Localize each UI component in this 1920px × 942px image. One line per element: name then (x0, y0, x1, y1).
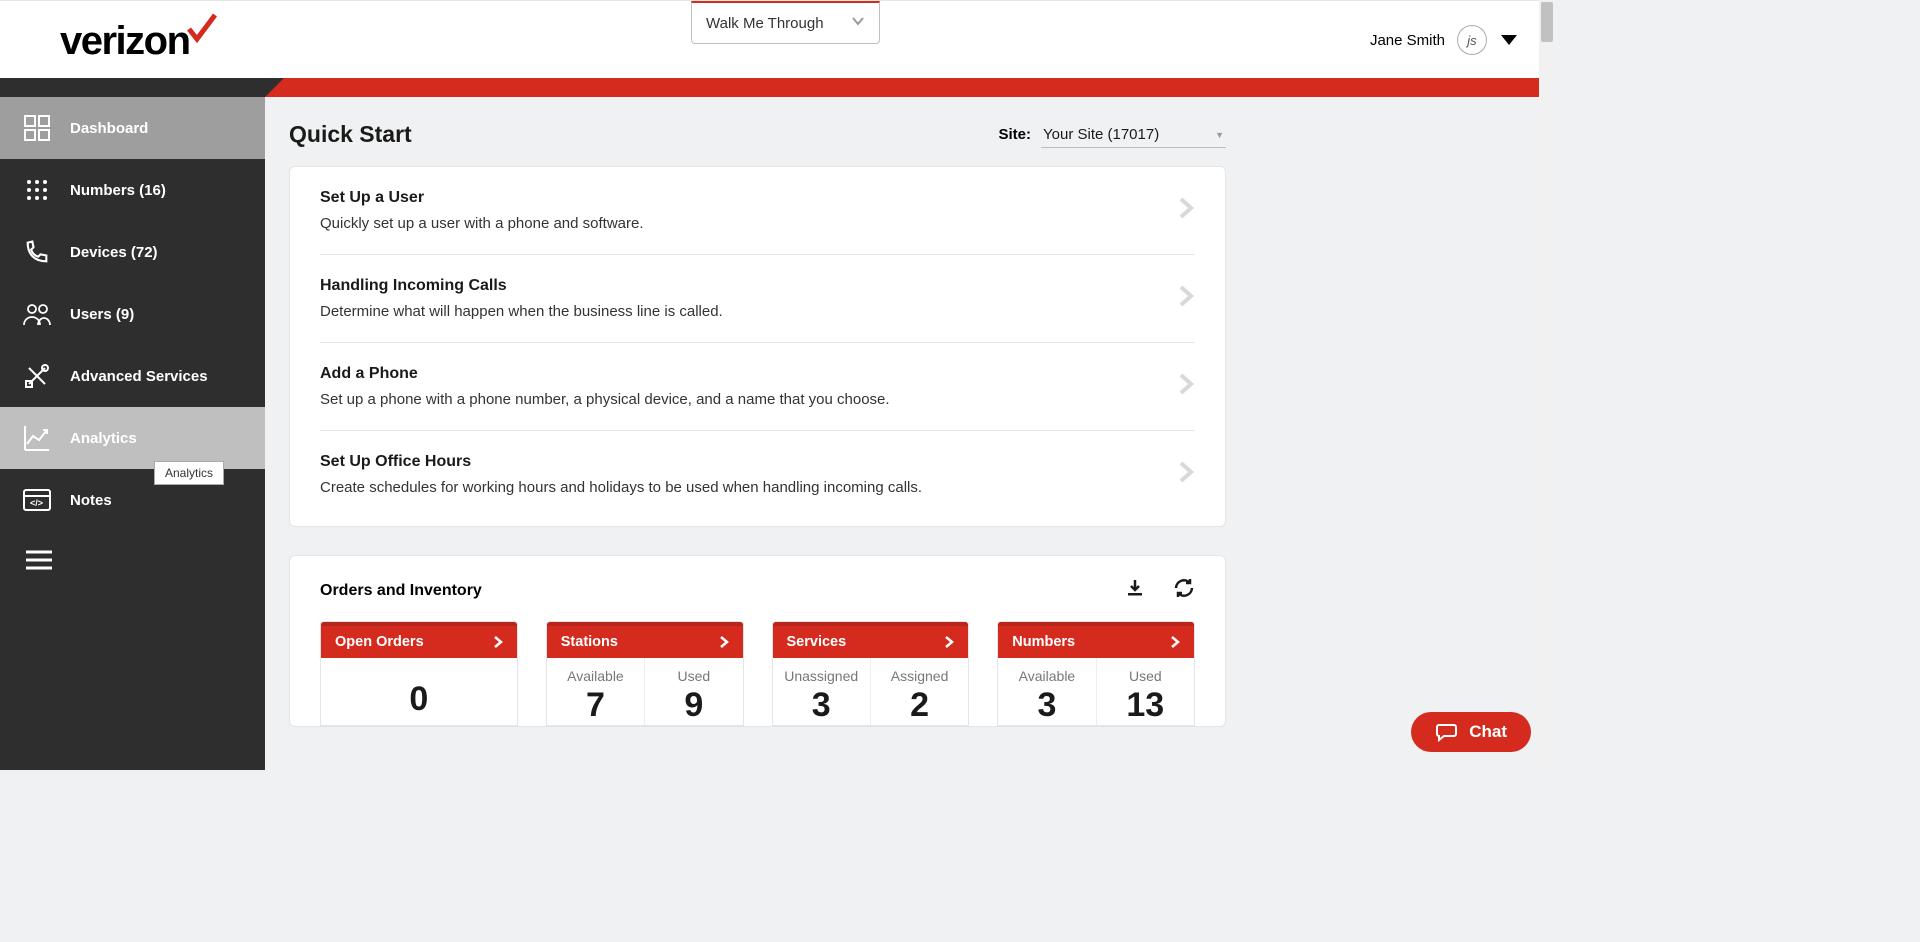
caret-down-icon: ▼ (1215, 130, 1224, 140)
sidebar-collapse-button[interactable] (0, 531, 265, 594)
tile-stations: Stations Available 7 Used 9 (546, 621, 744, 726)
tile-value: 9 (649, 686, 738, 725)
brand-red-bar (0, 78, 1555, 97)
users-icon (22, 301, 52, 327)
tile-sub: Assigned (875, 668, 964, 684)
tools-icon (22, 362, 52, 390)
check-icon (185, 13, 219, 47)
walk-me-through-dropdown[interactable]: Walk Me Through (691, 1, 880, 44)
download-icon[interactable] (1125, 578, 1145, 603)
inventory-tiles: Open Orders 0 Stations (320, 621, 1195, 726)
chevron-right-icon (1177, 195, 1195, 226)
site-label: Site: (998, 126, 1031, 143)
tile-header[interactable]: Stations (547, 622, 743, 658)
sidebar-item-label: Users (9) (70, 306, 134, 323)
sidebar-item-users[interactable]: Users (9) (0, 283, 265, 345)
chevron-down-icon (851, 14, 865, 32)
tile-sub: Used (649, 668, 738, 684)
sidebar-item-dashboard[interactable]: Dashboard (0, 97, 265, 159)
tile-value: 3 (1002, 686, 1091, 725)
code-block-icon: </> (22, 488, 52, 512)
sidebar-item-label: Numbers (16) (70, 182, 166, 199)
chat-button[interactable]: Chat (1411, 712, 1531, 752)
sidebar-item-label: Notes (70, 492, 112, 509)
tile-header[interactable]: Services (773, 622, 969, 658)
tile-header[interactable]: Open Orders (321, 622, 517, 658)
sidebar-item-advanced-services[interactable]: Advanced Services (0, 345, 265, 407)
sidebar-item-devices[interactable]: Devices (72) (0, 221, 265, 283)
tile-sub: Available (551, 668, 640, 684)
site-select-value: Your Site (17017) (1043, 126, 1159, 143)
chevron-right-icon (1170, 635, 1180, 649)
dialpad-icon (22, 177, 52, 203)
brand-logo: verizon (60, 19, 219, 64)
user-area: Jane Smith js (1370, 25, 1519, 55)
user-name: Jane Smith (1370, 32, 1445, 49)
user-menu-caret[interactable] (1499, 33, 1519, 47)
dashboard-icon (22, 114, 52, 142)
sidebar-item-label: Dashboard (70, 120, 148, 137)
qs-item-title: Set Up a User (320, 189, 1177, 207)
tooltip: Analytics (154, 461, 224, 485)
chevron-right-icon (1177, 459, 1195, 490)
tile-header[interactable]: Numbers (998, 622, 1194, 658)
tile-value: 7 (551, 686, 640, 725)
phone-icon (22, 238, 52, 266)
sidebar-item-label: Analytics (70, 430, 137, 447)
quick-start-item-add-phone[interactable]: Add a Phone Set up a phone with a phone … (320, 343, 1195, 431)
quick-start-item-incoming-calls[interactable]: Handling Incoming Calls Determine what w… (320, 255, 1195, 343)
sidebar-item-numbers[interactable]: Numbers (16) (0, 159, 265, 221)
chevron-right-icon (944, 635, 954, 649)
qs-item-title: Add a Phone (320, 365, 1177, 383)
sidebar-item-label: Advanced Services (70, 368, 208, 385)
quick-start-item-setup-user[interactable]: Set Up a User Quickly set up a user with… (320, 167, 1195, 255)
analytics-icon (22, 424, 52, 452)
site-selector-row: Site: Your Site (17017) ▼ (998, 122, 1226, 148)
sidebar: Dashboard Numbers (16) Devices (72) (0, 97, 265, 770)
brand-text: verizon (60, 19, 190, 64)
refresh-icon[interactable] (1173, 578, 1195, 603)
sidebar-item-label: Devices (72) (70, 244, 158, 261)
chat-bubble-icon (1435, 722, 1457, 742)
tile-sub: Unassigned (777, 668, 866, 684)
qs-item-title: Handling Incoming Calls (320, 277, 1177, 295)
walk-me-label: Walk Me Through (706, 15, 824, 32)
tile-sub: Available (1002, 668, 1091, 684)
sidebar-item-notes[interactable]: </> Notes (0, 469, 265, 531)
tile-title: Open Orders (335, 634, 424, 650)
page-title: Quick Start (289, 121, 412, 148)
main-content: Quick Start Site: Your Site (17017) ▼ Se… (265, 97, 1250, 770)
site-select[interactable]: Your Site (17017) ▼ (1041, 122, 1226, 148)
tile-value: 0 (325, 680, 513, 719)
tile-sub: Used (1101, 668, 1190, 684)
tile-value: 3 (777, 686, 866, 725)
tile-title: Services (787, 634, 847, 650)
chevron-right-icon (493, 635, 503, 649)
topbar: verizon Walk Me Through Jane Smith js (0, 0, 1555, 78)
avatar[interactable]: js (1457, 25, 1487, 55)
tile-title: Stations (561, 634, 618, 650)
tile-open-orders: Open Orders 0 (320, 621, 518, 726)
chevron-right-icon (719, 635, 729, 649)
svg-text:</>: </> (30, 498, 43, 508)
chevron-right-icon (1177, 371, 1195, 402)
sidebar-item-analytics[interactable]: Analytics Analytics (0, 407, 265, 469)
orders-inventory-card: Orders and Inventory Open Orders (289, 555, 1226, 727)
quick-start-item-office-hours[interactable]: Set Up Office Hours Create schedules for… (320, 431, 1195, 518)
tile-value: 2 (875, 686, 964, 725)
orders-title: Orders and Inventory (320, 582, 482, 600)
qs-item-title: Set Up Office Hours (320, 453, 1177, 471)
qs-item-desc: Determine what will happen when the busi… (320, 303, 1177, 320)
tile-title: Numbers (1012, 634, 1075, 650)
qs-item-desc: Quickly set up a user with a phone and s… (320, 215, 1177, 232)
quick-start-card: Set Up a User Quickly set up a user with… (289, 166, 1226, 527)
window-scrollbar[interactable] (1539, 0, 1555, 770)
qs-item-desc: Set up a phone with a phone number, a ph… (320, 391, 1177, 408)
tile-value: 13 (1101, 686, 1190, 725)
tile-services: Services Unassigned 3 Assigned 2 (772, 621, 970, 726)
chevron-right-icon (1177, 283, 1195, 314)
tile-numbers: Numbers Available 3 Used 13 (997, 621, 1195, 726)
qs-item-desc: Create schedules for working hours and h… (320, 479, 1177, 496)
chat-label: Chat (1469, 722, 1507, 742)
